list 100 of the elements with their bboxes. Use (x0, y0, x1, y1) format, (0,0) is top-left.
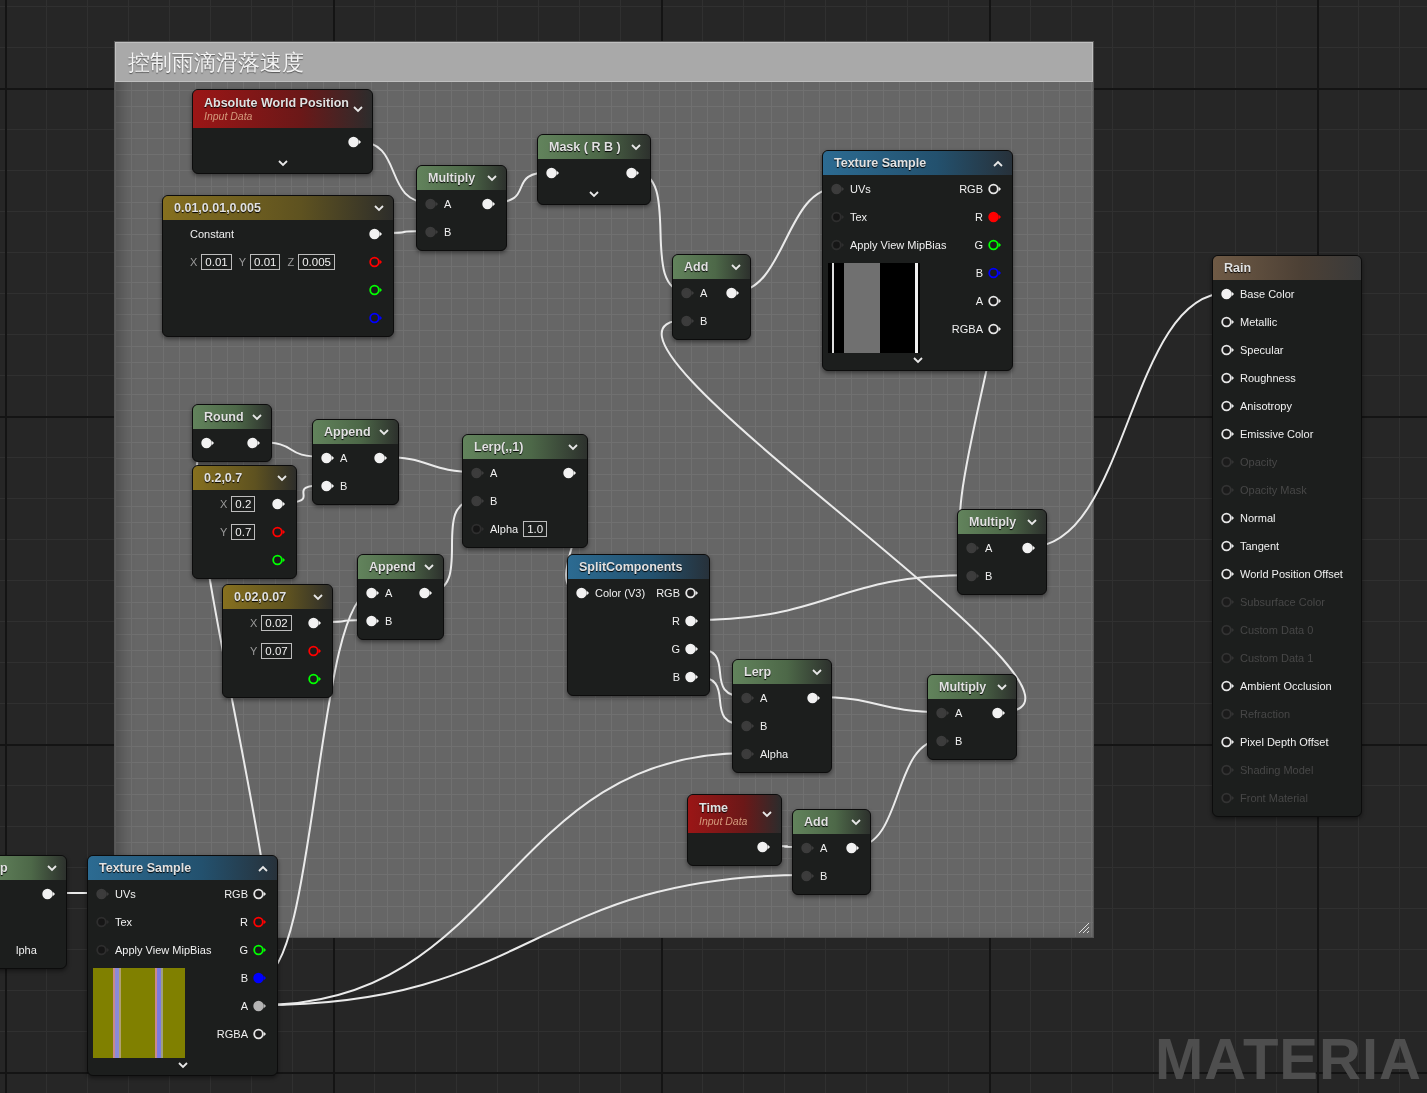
output-pin[interactable] (482, 198, 496, 210)
expand-icon[interactable] (762, 810, 772, 818)
value-field[interactable]: 0.07 (261, 643, 292, 659)
graph-node[interactable]: Texture Sample UVs RGB Tex R Apply View MipBias G B A RGBA (87, 855, 278, 1076)
expand-icon[interactable] (731, 263, 741, 271)
graph-node[interactable]: Add A B (672, 254, 751, 340)
node-header[interactable]: Texture Sample (88, 856, 277, 880)
node-header[interactable]: 0.2,0.7 (193, 466, 296, 490)
output-pin[interactable] (253, 1000, 267, 1012)
input-pin[interactable] (1221, 736, 1235, 748)
node-header[interactable]: Time Input Data (688, 795, 781, 833)
input-pin[interactable] (936, 735, 950, 747)
input-pin[interactable] (1221, 400, 1235, 412)
output-pin[interactable] (988, 239, 1002, 251)
graph-node[interactable]: Time Input Data (687, 794, 782, 866)
resize-handle-icon[interactable] (1078, 922, 1090, 934)
output-pin[interactable] (369, 228, 383, 240)
input-pin[interactable] (471, 495, 485, 507)
input-pin[interactable] (801, 870, 815, 882)
value-field[interactable]: 0.7 (231, 524, 256, 540)
expand-icon[interactable] (353, 105, 363, 113)
graph-node[interactable]: 0.2,0.7 X 0.2 Y 0.7 (192, 465, 297, 579)
input-pin[interactable] (366, 587, 380, 599)
input-pin[interactable] (1221, 288, 1235, 300)
value-field[interactable]: 1.0 (523, 521, 548, 537)
input-pin[interactable] (801, 842, 815, 854)
expand-icon[interactable] (1027, 518, 1037, 526)
graph-node[interactable]: Absolute World Position Input Data (192, 89, 373, 174)
input-pin[interactable] (936, 707, 950, 719)
input-pin[interactable] (201, 437, 215, 449)
output-pin[interactable] (685, 643, 699, 655)
input-pin[interactable] (741, 748, 755, 760)
output-pin[interactable] (272, 498, 286, 510)
node-header[interactable]: Lerp(,,1) (463, 435, 587, 459)
input-pin[interactable] (1221, 512, 1235, 524)
expand-icon[interactable] (912, 357, 923, 364)
output-pin[interactable] (626, 167, 640, 179)
graph-node[interactable]: 0.02,0.07 X 0.02 Y 0.07 (222, 584, 333, 698)
input-pin[interactable] (1221, 372, 1235, 384)
output-pin[interactable] (253, 944, 267, 956)
output-pin[interactable] (419, 587, 433, 599)
output-pin[interactable] (348, 136, 362, 148)
output-pin[interactable] (253, 888, 267, 900)
graph-node[interactable]: Texture Sample UVs RGB Tex R Apply View MipBias G B A RGBA (822, 150, 1013, 371)
output-pin[interactable] (247, 437, 261, 449)
output-pin[interactable] (685, 587, 699, 599)
graph-node[interactable]: Mask ( R B ) (537, 134, 651, 205)
graph-node[interactable]: p lpha (0, 855, 67, 969)
expand-icon[interactable] (487, 174, 497, 182)
input-pin[interactable] (576, 587, 590, 599)
output-pin[interactable] (308, 617, 322, 629)
output-pin[interactable] (272, 554, 286, 566)
expand-icon[interactable] (313, 593, 323, 601)
input-pin[interactable] (966, 570, 980, 582)
expand-icon[interactable] (374, 204, 384, 212)
input-pin[interactable] (471, 467, 485, 479)
node-header[interactable]: Texture Sample (823, 151, 1012, 175)
value-field[interactable]: 0.2 (231, 496, 256, 512)
expand-icon[interactable] (812, 668, 822, 676)
input-pin[interactable] (1221, 428, 1235, 440)
output-pin[interactable] (253, 1028, 267, 1040)
input-pin[interactable] (1221, 344, 1235, 356)
node-header[interactable]: p (0, 856, 66, 880)
output-pin[interactable] (988, 295, 1002, 307)
output-pin[interactable] (992, 707, 1006, 719)
input-pin[interactable] (741, 720, 755, 732)
output-pin[interactable] (308, 673, 322, 685)
graph-node[interactable] (1212, 255, 1362, 817)
node-header[interactable]: Rain (1213, 256, 1361, 280)
collapse-icon[interactable] (993, 159, 1003, 167)
graph-node[interactable]: Append A B (312, 419, 399, 505)
node-header[interactable]: Lerp (733, 660, 831, 684)
graph-node[interactable]: Multiply A B (416, 165, 507, 251)
output-pin[interactable] (369, 284, 383, 296)
value-field[interactable]: 0.02 (261, 615, 292, 631)
expand-icon[interactable] (568, 443, 578, 451)
node-header[interactable]: SplitComponents (568, 555, 709, 579)
node-header[interactable]: Multiply (928, 675, 1016, 699)
expand-icon[interactable] (177, 1062, 188, 1069)
input-pin[interactable] (831, 239, 845, 251)
node-header[interactable]: Mask ( R B ) (538, 135, 650, 159)
graph-node[interactable]: Add A B (792, 809, 871, 895)
node-header[interactable]: Round (193, 405, 271, 429)
graph-node[interactable]: Lerp A B Alpha (732, 659, 832, 773)
input-pin[interactable] (425, 198, 439, 210)
input-pin[interactable] (1221, 680, 1235, 692)
graph-canvas[interactable] (0, 0, 1427, 1093)
input-pin[interactable] (96, 888, 110, 900)
output-pin[interactable] (988, 323, 1002, 335)
graph-node[interactable]: SplitComponents Color (V3) RGB R G B (567, 554, 710, 696)
input-pin[interactable] (1221, 568, 1235, 580)
expand-icon[interactable] (277, 160, 288, 167)
node-header[interactable]: 0.02,0.07 (223, 585, 332, 609)
output-pin[interactable] (374, 452, 388, 464)
input-pin[interactable] (681, 287, 695, 299)
expand-icon[interactable] (997, 683, 1007, 691)
input-pin[interactable] (425, 226, 439, 238)
expand-icon[interactable] (631, 143, 641, 151)
input-pin[interactable] (96, 916, 110, 928)
input-pin[interactable] (831, 211, 845, 223)
